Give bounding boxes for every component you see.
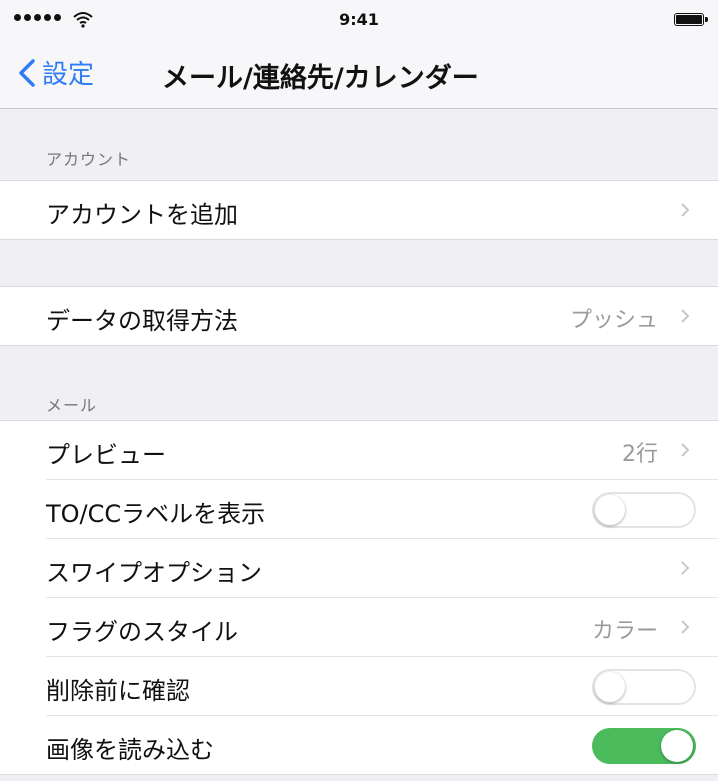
preview-value: 2行 [622, 442, 658, 467]
chevron-right-icon [681, 203, 690, 217]
show-to-cc-toggle[interactable] [592, 492, 696, 528]
mail-group: プレビュー 2行 TO/CCラベルを表示 スワイプオプション フラグのスタイル … [0, 420, 718, 775]
show-to-cc-label: TO/CCラベルを表示 [46, 500, 266, 528]
chevron-right-icon [681, 561, 690, 575]
section-header-account: アカウント [46, 150, 132, 169]
add-account-row[interactable]: アカウントを追加 [46, 181, 718, 239]
chevron-right-icon [681, 309, 690, 323]
load-images-row: 画像を読み込む [46, 716, 718, 774]
status-time: 9:41 [339, 10, 379, 29]
chevron-right-icon [681, 443, 690, 457]
flag-style-label: フラグのスタイル [46, 618, 238, 646]
account-group: アカウントを追加 [0, 180, 718, 240]
ask-before-deleting-label: 削除前に確認 [46, 677, 190, 705]
preview-row[interactable]: プレビュー 2行 [46, 421, 718, 480]
chevron-right-icon [681, 620, 690, 634]
preview-label: プレビュー [46, 441, 166, 469]
status-bar: 9:41 [0, 0, 718, 40]
ask-before-deleting-row: 削除前に確認 [46, 657, 718, 716]
flag-style-row[interactable]: フラグのスタイル カラー [46, 598, 718, 657]
navigation-bar: 設定 メール/連絡先/カレンダー [0, 40, 718, 109]
fetch-group: データの取得方法 プッシュ [0, 286, 718, 346]
back-button[interactable]: 設定 [18, 54, 94, 91]
load-images-label: 画像を読み込む [46, 736, 214, 764]
battery-icon [674, 13, 708, 26]
chevron-left-icon [19, 58, 35, 87]
section-header-mail: メール [46, 396, 98, 415]
swipe-options-label: スワイプオプション [46, 559, 262, 587]
page-title: メール/連絡先/カレンダー [162, 63, 479, 94]
swipe-options-row[interactable]: スワイプオプション [46, 539, 718, 598]
back-button-label: 設定 [42, 60, 95, 90]
ask-before-deleting-toggle[interactable] [592, 669, 696, 705]
fetch-data-row[interactable]: データの取得方法 プッシュ [46, 287, 718, 345]
show-to-cc-row: TO/CCラベルを表示 [46, 480, 718, 539]
fetch-data-label: データの取得方法 [46, 307, 238, 335]
fetch-data-value: プッシュ [569, 308, 658, 333]
add-account-label: アカウントを追加 [46, 201, 238, 229]
flag-style-value: カラー [591, 619, 658, 644]
load-images-toggle[interactable] [592, 728, 696, 764]
